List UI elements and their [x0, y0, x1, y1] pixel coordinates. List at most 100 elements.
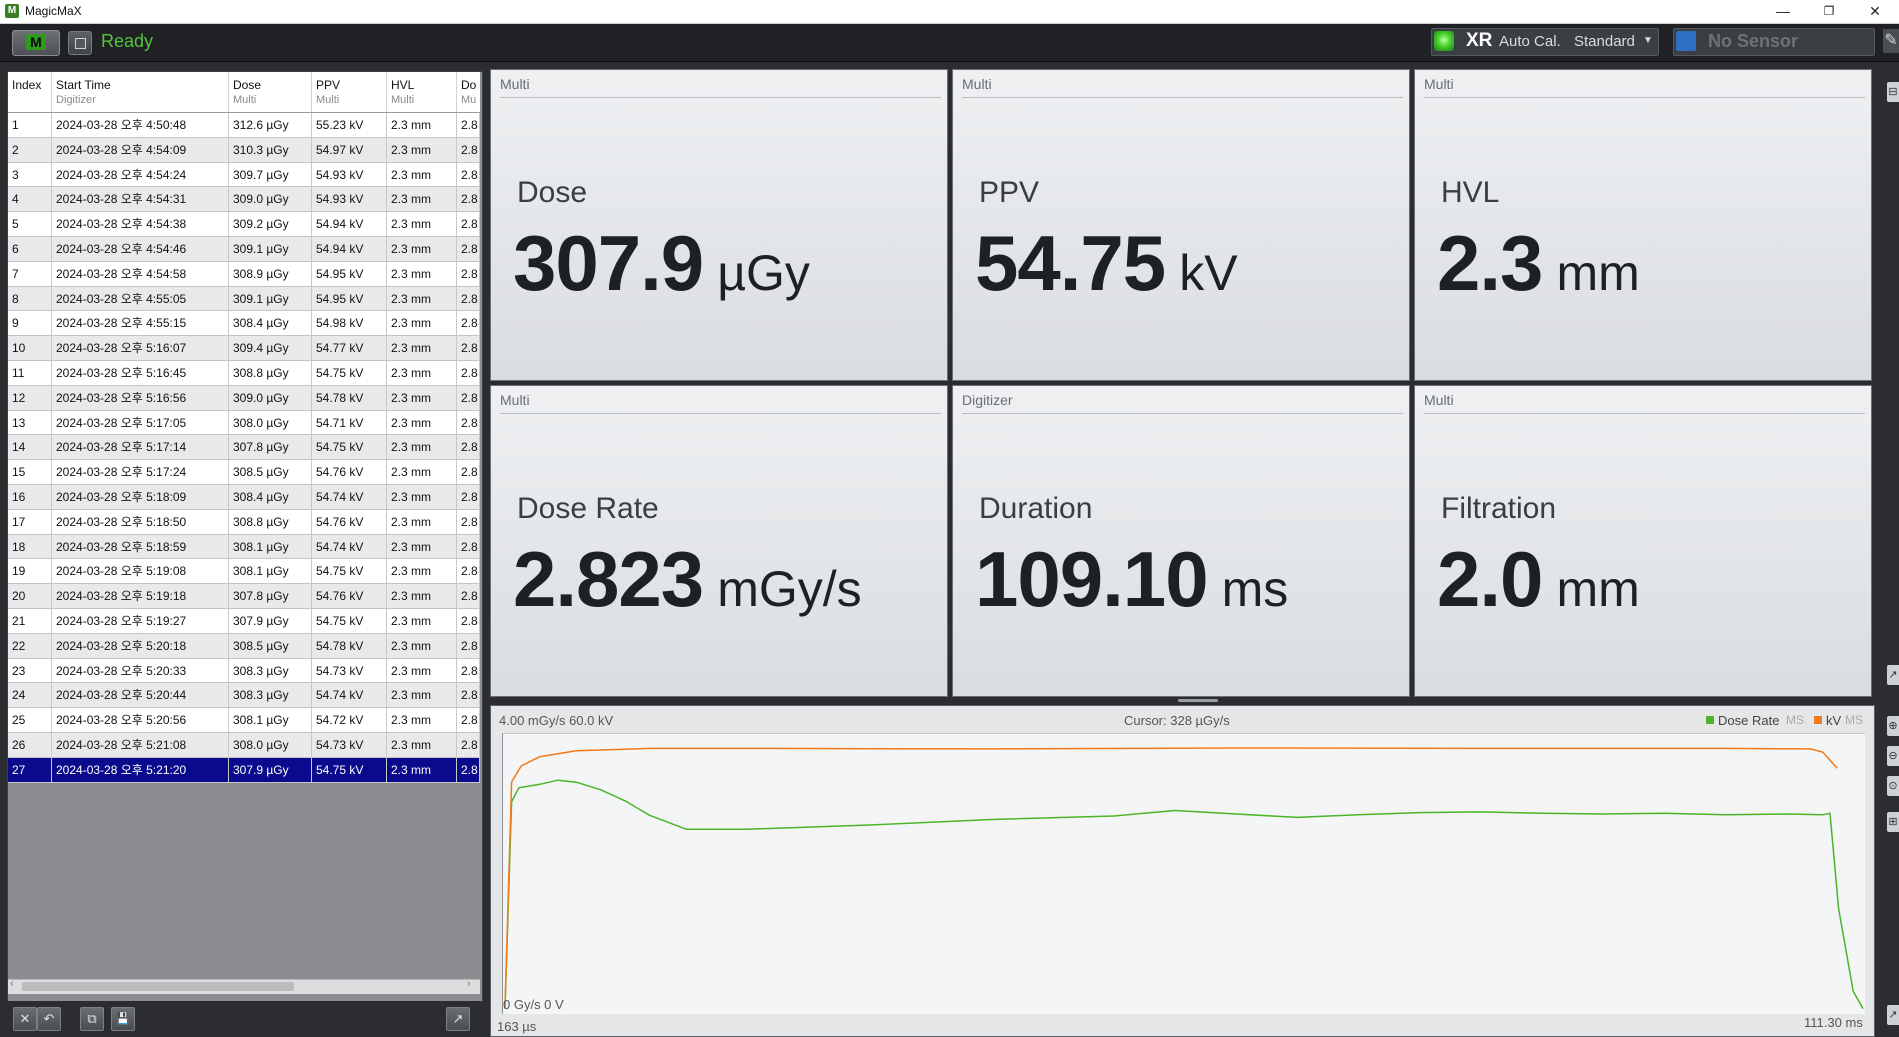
table-row[interactable]: 25 2024-03-28 오후 5:20:56 308.1 µGy 54.72 kV… [8, 708, 480, 733]
zoom-in-icon[interactable]: ⊕ [1887, 716, 1899, 736]
metric-tile-hvl[interactable]: Multi HVL 2.3 mm [1414, 69, 1872, 381]
table-cell: 2.8 [457, 261, 480, 286]
column-source: Multi [391, 94, 415, 106]
legend-dose-ms[interactable]: MS [1786, 713, 1804, 727]
scroll-right-icon[interactable]: › [467, 978, 471, 990]
popout-icon[interactable]: ↗ [446, 1007, 470, 1031]
table-cell: 11 [8, 360, 52, 385]
table-row[interactable]: 4 2024-03-28 오후 4:54:31 309.0 µGy 54.93 kV 2… [8, 187, 480, 213]
tile-value: 2.3 [1437, 219, 1543, 307]
table-cell: 54.73 kV [312, 658, 387, 683]
restore-button[interactable]: ❐ [1806, 0, 1852, 23]
metric-tile-duration[interactable]: Digitizer Duration 109.10 ms [952, 385, 1410, 697]
table-row[interactable]: 9 2024-03-28 오후 4:55:15 308.4 µGy 54.98 kV 2… [8, 311, 480, 337]
table-row[interactable]: 13 2024-03-28 오후 5:17:05 308.0 µGy 54.71 kV… [8, 410, 480, 436]
table-row[interactable]: 21 2024-03-28 오후 5:19:27 307.9 µGy 54.75 kV… [8, 608, 480, 634]
expand-icon[interactable]: ↗ [1887, 665, 1899, 685]
panel-splitter[interactable] [1178, 699, 1218, 702]
table-row[interactable]: 12 2024-03-28 오후 5:16:56 309.0 µGy 54.78 kV… [8, 385, 480, 411]
table-cell: 19 [8, 559, 52, 584]
plot-area[interactable] [502, 733, 1865, 1014]
table-row[interactable]: 20 2024-03-28 오후 5:19:18 307.8 µGy 54.76 kV… [8, 584, 480, 609]
table-cell: 6 [8, 236, 52, 261]
legend-kv-ms[interactable]: MS [1845, 713, 1863, 727]
column-header-start-time[interactable]: Start Time Digitizer [52, 72, 229, 112]
delete-icon[interactable]: ✕ [13, 1007, 37, 1031]
copy-icon[interactable]: ⧉ [80, 1007, 104, 1031]
table-cell: 2024-03-28 오후 4:54:31 [52, 187, 229, 212]
table-cell: 2024-03-28 오후 5:19:27 [52, 608, 229, 633]
table-row[interactable]: 6 2024-03-28 오후 4:54:46 309.1 µGy 54.94 kV 2… [8, 236, 480, 262]
metric-tile-dose[interactable]: Multi Dose 307.9 µGy [490, 69, 948, 381]
cursor-readout: Cursor: 328 µGy/s [1124, 713, 1230, 728]
close-button[interactable]: ✕ [1852, 0, 1898, 23]
save-icon[interactable]: 💾 [111, 1007, 135, 1031]
table-cell: 15 [8, 460, 52, 484]
table-cell: 24 [8, 683, 52, 708]
table-row[interactable]: 23 2024-03-28 오후 5:20:33 308.3 µGy 54.73 kV… [8, 658, 480, 684]
table-cell: 307.8 µGy [229, 435, 312, 460]
column-title: Index [12, 78, 42, 92]
column-header-dose-rate[interactable]: Do Mu [457, 72, 480, 112]
minimize-button[interactable]: — [1760, 0, 1806, 23]
tile-unit: kV [1179, 245, 1238, 301]
table-cell: 307.9 µGy [229, 757, 312, 782]
metric-tile-dose-rate[interactable]: Multi Dose Rate 2.823 mGy/s [490, 385, 948, 697]
table-row[interactable]: 1 2024-03-28 오후 4:50:48 312.6 µGy 55.23 kV 2… [8, 113, 480, 138]
table-row[interactable]: 22 2024-03-28 오후 5:20:18 308.5 µGy 54.78 kV… [8, 633, 480, 659]
legend-kv[interactable]: kV [1826, 713, 1841, 728]
chevron-down-icon[interactable]: ▼ [1643, 35, 1653, 46]
metric-tile-filtration[interactable]: Multi Filtration 2.0 mm [1414, 385, 1872, 697]
tile-unit: ms [1221, 561, 1289, 617]
column-header-dose[interactable]: Dose Multi [229, 72, 312, 112]
table-row[interactable]: 5 2024-03-28 오후 4:54:38 309.2 µGy 54.94 kV 2… [8, 212, 480, 237]
table-cell: 54.94 kV [312, 236, 387, 261]
table-row[interactable]: 27 2024-03-28 오후 5:21:20 307.9 µGy 54.75 kV… [8, 757, 480, 783]
table-cell: 2.8 [457, 633, 480, 658]
table-cell: 2024-03-28 오후 4:55:15 [52, 311, 229, 336]
table-row[interactable]: 11 2024-03-28 오후 5:16:45 308.8 µGy 54.75 kV… [8, 360, 480, 386]
mode-button[interactable]: M [12, 30, 60, 56]
column-header-ppv[interactable]: PPV Multi [312, 72, 387, 112]
table-cell: 309.0 µGy [229, 385, 312, 410]
table-row[interactable]: 2 2024-03-28 오후 4:54:09 310.3 µGy 54.97 kV 2… [8, 137, 480, 163]
legend-dose-rate[interactable]: Dose Rate [1718, 713, 1779, 728]
table-cell: 25 [8, 708, 52, 732]
table-cell: 54.78 kV [312, 633, 387, 658]
table-row[interactable]: 18 2024-03-28 오후 5:18:59 308.1 µGy 54.74 kV… [8, 534, 480, 560]
table-cell: 54.93 kV [312, 162, 387, 187]
metric-tile-ppv[interactable]: Multi PPV 54.75 kV [952, 69, 1410, 381]
scrollbar-thumb[interactable] [22, 982, 294, 991]
table-row[interactable]: 16 2024-03-28 오후 5:18:09 308.4 µGy 54.74 kV… [8, 484, 480, 510]
table-cell: 309.1 µGy [229, 286, 312, 311]
stop-button[interactable] [68, 31, 92, 55]
table-row[interactable]: 10 2024-03-28 오후 5:16:07 309.4 µGy 54.77 kV… [8, 336, 480, 361]
table-row[interactable]: 17 2024-03-28 오후 5:18:50 308.8 µGy 54.76 kV… [8, 509, 480, 535]
table-row[interactable]: 15 2024-03-28 오후 5:17:24 308.5 µGy 54.76 kV… [8, 460, 480, 485]
scroll-left-icon[interactable]: ‹ [10, 978, 14, 990]
table-cell: 2.8 [457, 336, 480, 360]
table-row[interactable]: 7 2024-03-28 오후 4:54:58 308.9 µGy 54.95 kV 2… [8, 261, 480, 287]
column-header-hvl[interactable]: HVL Multi [387, 72, 457, 112]
calibration-select[interactable]: Standard [1574, 33, 1635, 50]
table-row[interactable]: 8 2024-03-28 오후 4:55:05 309.1 µGy 54.95 kV 2… [8, 286, 480, 312]
zoom-reset-icon[interactable]: ⊙ [1887, 776, 1899, 796]
table-row[interactable]: 26 2024-03-28 오후 5:21:08 308.0 µGy 54.73 kV… [8, 732, 480, 758]
column-header-index[interactable]: Index [8, 72, 52, 112]
undo-icon[interactable]: ↶ [37, 1007, 61, 1031]
table-cell: 1 [8, 113, 52, 137]
table-row[interactable]: 24 2024-03-28 오후 5:20:44 308.3 µGy 54.74 kV… [8, 683, 480, 709]
tile-source: Multi [1424, 392, 1454, 408]
layout-icon[interactable]: ⊟ [1887, 82, 1899, 102]
tile-label: HVL [1441, 176, 1500, 209]
zoom-out-icon[interactable]: ⊖ [1887, 746, 1899, 766]
table-row[interactable]: 19 2024-03-28 오후 5:19:08 308.1 µGy 54.75 kV… [8, 559, 480, 585]
table-cell: 2.8 [457, 311, 480, 336]
table-row[interactable]: 14 2024-03-28 오후 5:17:14 307.8 µGy 54.75 kV… [8, 435, 480, 461]
table-cell: 2.8 [457, 187, 480, 212]
pencil-icon[interactable]: ✎ [1883, 29, 1899, 53]
popout-chart-icon[interactable]: ↗ [1887, 1005, 1899, 1025]
table-row[interactable]: 3 2024-03-28 오후 4:54:24 309.7 µGy 54.93 kV 2… [8, 162, 480, 188]
grid-icon[interactable]: ⊞ [1887, 812, 1899, 832]
table-cell: 2.3 mm [387, 559, 457, 584]
